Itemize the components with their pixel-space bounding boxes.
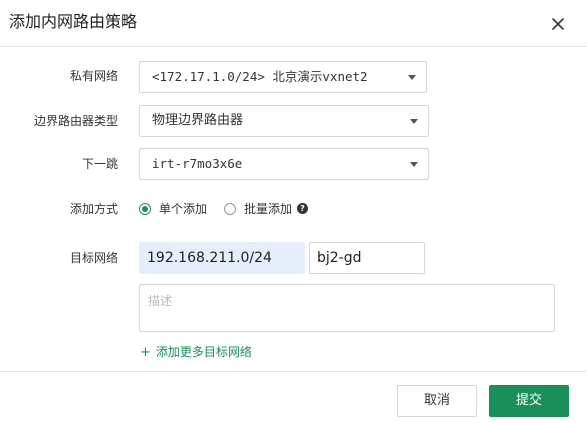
add-more-label: 添加更多目标网络 <box>155 345 252 359</box>
description-textarea[interactable]: 描述 <box>139 284 555 332</box>
dialog-title: 添加内网路由策略 <box>9 12 138 31</box>
close-icon[interactable] <box>548 14 568 34</box>
radio-checked-icon <box>139 203 151 215</box>
question-circle-icon[interactable]: ? <box>297 203 308 214</box>
target-cidr-value: 192.168.211.0/24 <box>147 250 272 266</box>
close-icon-graphic <box>552 18 564 30</box>
submit-button[interactable]: 提交 <box>489 385 569 417</box>
chevron-down-icon <box>410 119 418 124</box>
border-router-type-select[interactable]: 物理边界路由器 <box>139 105 429 137</box>
next-hop-value: irt-r7mo3x6e <box>152 156 243 171</box>
next-hop-label: 下一跳 <box>81 157 118 171</box>
radio-single-add-label: 单个添加 <box>159 202 208 216</box>
private-network-select[interactable]: <172.17.1.0/24> 北京演示vxnet2 <box>139 61 427 93</box>
footer-divider <box>0 371 586 372</box>
private-network-label: 私有网络 <box>69 69 118 83</box>
header-divider <box>0 46 586 47</box>
border-router-type-value: 物理边界路由器 <box>152 113 244 128</box>
target-name-input[interactable]: bj2-gd <box>309 242 425 274</box>
radio-unchecked-icon <box>224 203 236 215</box>
dialog-header: 添加内网路由策略 <box>0 0 586 46</box>
add-route-policy-dialog: 添加内网路由策略 私有网络 <172.17.1.0/24> 北京演示vxnet2… <box>0 0 586 423</box>
add-method-label: 添加方式 <box>69 202 118 216</box>
cancel-button[interactable]: 取消 <box>397 385 477 417</box>
chevron-down-icon <box>410 162 418 167</box>
radio-batch-add-label: 批量添加 <box>244 202 293 216</box>
target-name-value: bj2-gd <box>317 250 362 266</box>
description-placeholder: 描述 <box>148 294 173 308</box>
private-network-value: <172.17.1.0/24> 北京演示vxnet2 <box>152 69 368 84</box>
border-router-type-label: 边界路由器类型 <box>33 114 118 128</box>
next-hop-select[interactable]: irt-r7mo3x6e <box>139 148 429 180</box>
chevron-down-icon <box>408 75 416 80</box>
target-network-label: 目标网络 <box>69 251 118 265</box>
target-cidr-input[interactable]: 192.168.211.0/24 <box>139 242 305 274</box>
add-more-target-network-link[interactable]: + 添加更多目标网络 <box>140 343 252 361</box>
plus-icon: + <box>140 345 151 360</box>
